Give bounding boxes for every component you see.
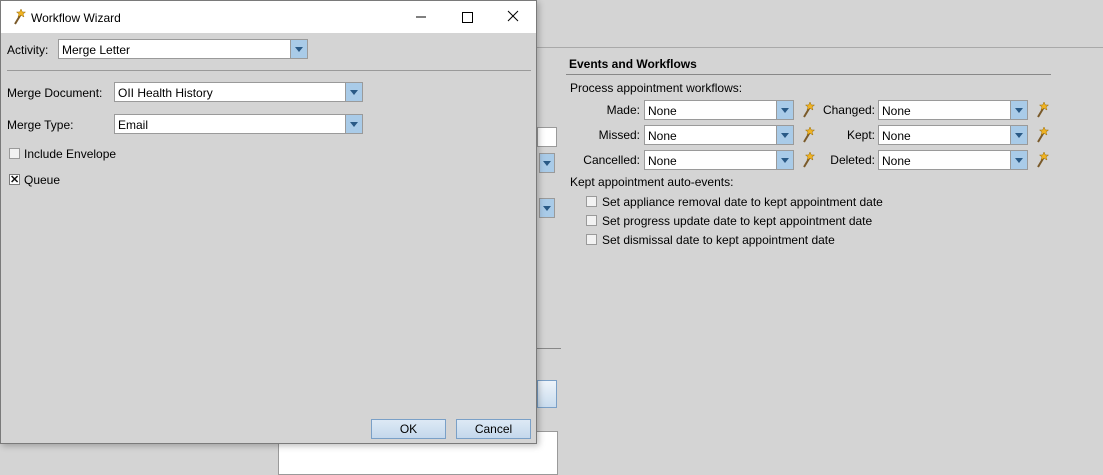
wand-icon[interactable] <box>1033 101 1051 119</box>
dialog-title: Workflow Wizard <box>31 11 121 25</box>
queue-checkbox[interactable] <box>9 173 20 186</box>
chevron-down-icon[interactable] <box>776 126 793 144</box>
background-combo-fragment[interactable] <box>537 153 557 173</box>
include-envelope-checkbox[interactable] <box>9 148 20 159</box>
workflow-left-label: Cancelled: <box>583 153 640 167</box>
chevron-down-icon[interactable] <box>1010 151 1027 169</box>
events-section-underline <box>566 74 1051 75</box>
merge-document-combobox[interactable]: OII Health History <box>114 82 363 102</box>
workflow-right-combobox[interactable]: None <box>878 100 1028 120</box>
activity-combobox[interactable]: Merge Letter <box>58 39 308 59</box>
workflow-left-label: Made: <box>606 103 640 117</box>
workflow-left-combobox[interactable]: None <box>644 100 794 120</box>
chevron-down-icon[interactable] <box>1010 126 1027 144</box>
include-envelope-label: Include Envelope <box>24 147 117 161</box>
merge-document-value: OII Health History <box>118 86 213 100</box>
process-workflows-label: Process appointment workflows: <box>570 81 743 95</box>
workflow-left-combobox[interactable]: None <box>644 150 794 170</box>
auto-event-checkbox[interactable] <box>586 234 597 245</box>
workflow-right-combobox[interactable]: None <box>878 150 1028 170</box>
workflow-right-value: None <box>882 104 911 118</box>
workflow-right-value: None <box>882 154 911 168</box>
background-divider <box>537 47 1103 48</box>
wand-icon[interactable] <box>1033 151 1051 169</box>
workflow-left-value: None <box>648 104 677 118</box>
close-icon <box>507 10 519 22</box>
activity-value: Merge Letter <box>62 43 131 57</box>
chevron-down-icon[interactable] <box>776 101 793 119</box>
workflow-right-label: Changed: <box>822 103 875 117</box>
dialog-titlebar[interactable]: Workflow Wizard <box>1 1 536 33</box>
dialog-separator <box>7 70 531 71</box>
minimize-icon <box>416 16 426 18</box>
merge-type-value: Email <box>118 118 149 132</box>
workflow-left-value: None <box>648 154 677 168</box>
wand-icon <box>14 8 27 25</box>
background-button-fragment[interactable] <box>537 380 557 408</box>
merge-type-combobox[interactable]: Email <box>114 114 363 134</box>
activity-label: Activity: <box>7 43 49 57</box>
chevron-down-icon[interactable] <box>1010 101 1027 119</box>
workflow-left-value: None <box>648 129 677 143</box>
workflow-right-value: None <box>882 129 911 143</box>
auto-event-checkbox[interactable] <box>586 196 597 207</box>
events-section-title: Events and Workflows <box>569 57 697 71</box>
workflow-right-combobox[interactable]: None <box>878 125 1028 145</box>
close-button[interactable] <box>490 1 536 33</box>
auto-event-label: Set progress update date to kept appoint… <box>602 214 873 228</box>
auto-event-label: Set dismissal date to kept appointment d… <box>602 233 835 247</box>
background-separator <box>537 348 561 349</box>
auto-events-label: Kept appointment auto-events: <box>570 175 734 189</box>
cancel-button[interactable]: Cancel <box>456 419 531 439</box>
workflow-left-label: Missed: <box>598 128 640 142</box>
maximize-icon <box>462 12 473 23</box>
queue-label: Queue <box>24 173 61 187</box>
merge-document-label: Merge Document: <box>7 86 103 100</box>
chevron-down-icon[interactable] <box>345 115 362 133</box>
maximize-button[interactable] <box>444 1 490 33</box>
minimize-button[interactable] <box>398 1 444 33</box>
chevron-down-icon[interactable] <box>290 40 307 58</box>
auto-event-checkbox[interactable] <box>586 215 597 226</box>
workflow-right-label: Kept: <box>846 128 875 142</box>
merge-type-label: Merge Type: <box>7 118 74 132</box>
workflow-wizard-dialog: Workflow Wizard Activity: Merge Letter M… <box>0 0 537 444</box>
wand-icon[interactable] <box>1033 126 1051 144</box>
chevron-down-icon[interactable] <box>776 151 793 169</box>
auto-event-label: Set appliance removal date to kept appoi… <box>602 195 883 209</box>
workflow-left-combobox[interactable]: None <box>644 125 794 145</box>
ok-button[interactable]: OK <box>371 419 446 439</box>
workflow-right-label: Deleted: <box>830 153 875 167</box>
chevron-down-icon[interactable] <box>345 83 362 101</box>
background-combo-fragment-2[interactable] <box>537 198 557 218</box>
background-input-fragment[interactable] <box>537 127 557 147</box>
